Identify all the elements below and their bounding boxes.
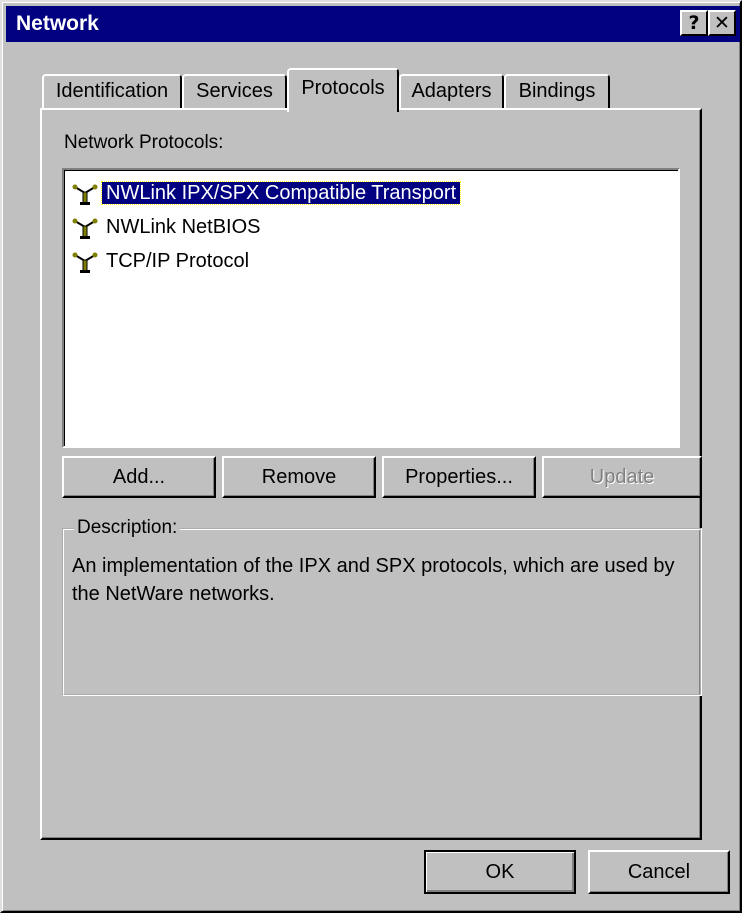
network-protocol-icon xyxy=(72,181,98,207)
help-button[interactable]: ? xyxy=(680,10,708,36)
remove-button[interactable]: Remove xyxy=(222,456,376,498)
network-protocols-label: Network Protocols: xyxy=(64,132,224,153)
protocol-label: NWLink IPX/SPX Compatible Transport xyxy=(100,181,462,205)
ok-button[interactable]: OK xyxy=(424,850,576,894)
update-button: Update xyxy=(542,456,702,498)
network-dialog: Network ? ✕ Identification Services Prot… xyxy=(0,0,742,913)
description-legend: Description: xyxy=(74,517,181,539)
tab-identification[interactable]: Identification xyxy=(42,74,182,110)
network-protocol-icon xyxy=(72,215,98,241)
cancel-button[interactable]: Cancel xyxy=(588,850,730,894)
list-item[interactable]: NWLink NetBIOS xyxy=(72,212,264,242)
description-groupbox: Description: An implementation of the IP… xyxy=(62,517,702,696)
network-protocol-icon xyxy=(72,249,98,275)
add-button[interactable]: Add... xyxy=(62,456,216,498)
description-text: An implementation of the IPX and SPX pro… xyxy=(72,555,675,605)
protocol-label: NWLink NetBIOS xyxy=(106,216,261,238)
title-bar[interactable]: Network ? ✕ xyxy=(6,6,740,42)
window-title: Network xyxy=(16,12,99,35)
protocol-label: TCP/IP Protocol xyxy=(106,250,250,272)
tab-bindings[interactable]: Bindings xyxy=(504,74,610,110)
protocols-panel: Network Protocols: NWLink IPX/SPX Compat… xyxy=(40,108,702,840)
properties-button[interactable]: Properties... xyxy=(382,456,536,498)
list-item[interactable]: TCP/IP Protocol xyxy=(72,246,253,276)
tab-protocols[interactable]: Protocols xyxy=(287,68,399,112)
list-item[interactable]: NWLink IPX/SPX Compatible Transport xyxy=(72,178,462,208)
protocols-listbox[interactable]: NWLink IPX/SPX Compatible Transport NWLi… xyxy=(62,168,680,448)
close-button[interactable]: ✕ xyxy=(708,10,736,36)
tab-adapters[interactable]: Adapters xyxy=(399,74,504,110)
tab-services[interactable]: Services xyxy=(182,74,287,110)
